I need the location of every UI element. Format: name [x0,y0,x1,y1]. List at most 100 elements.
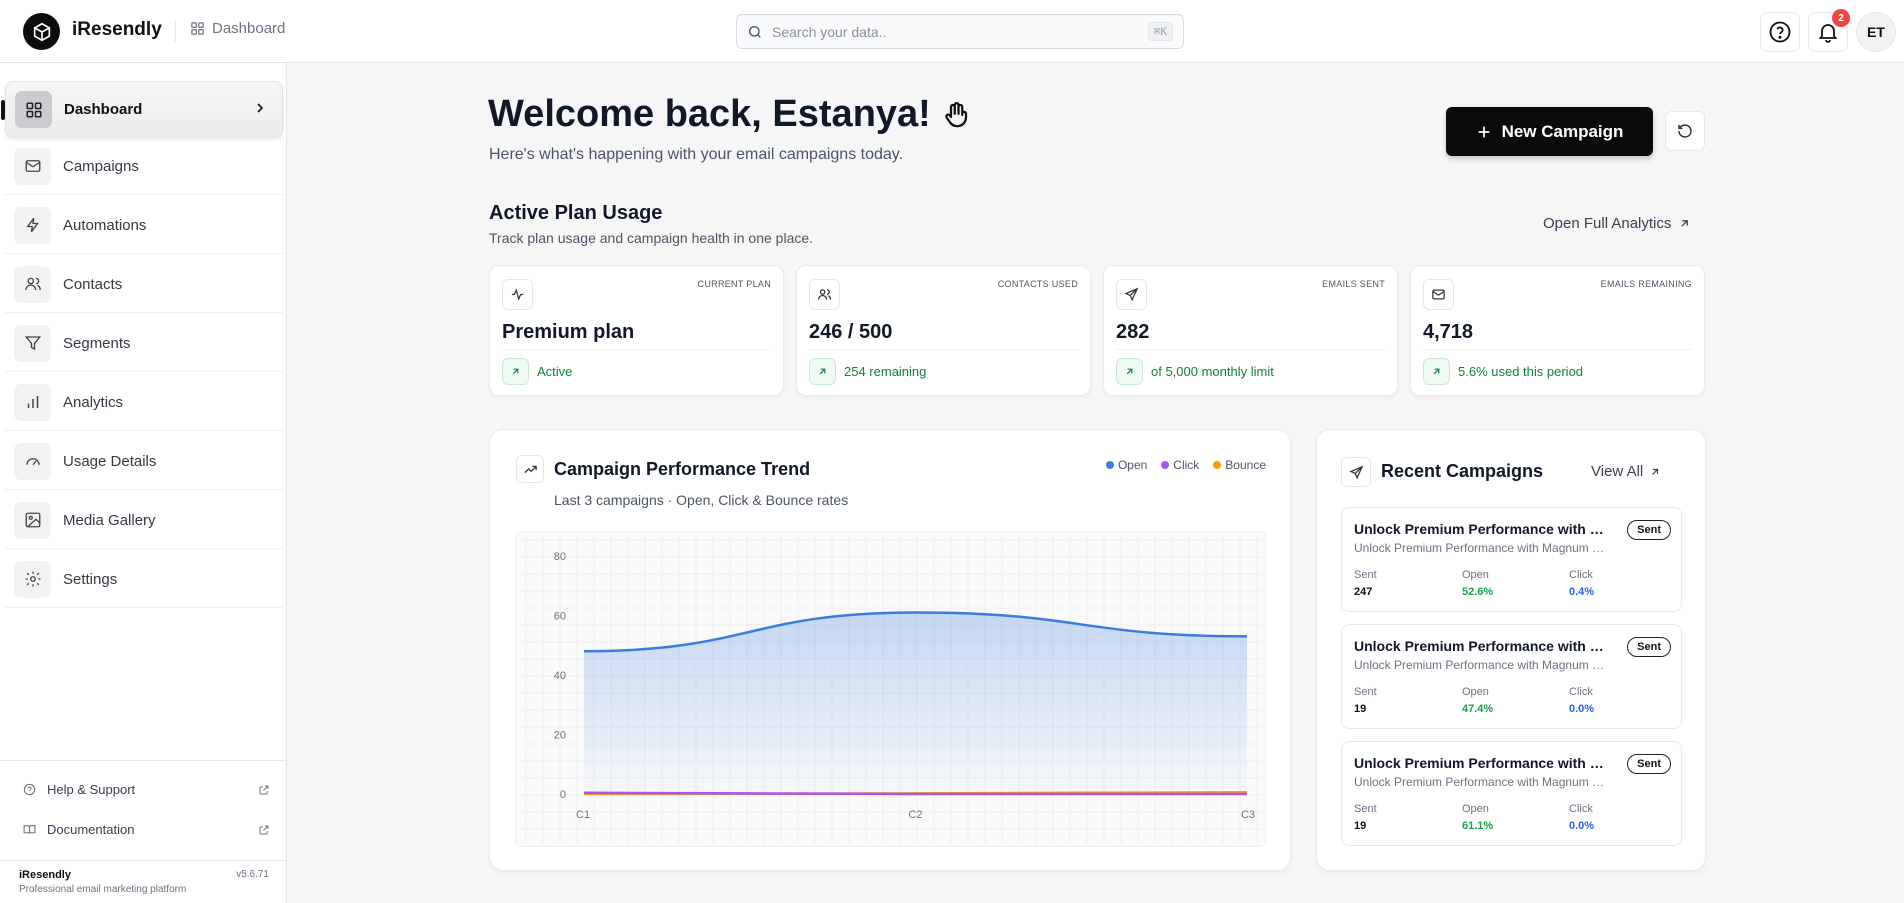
image-icon [14,501,51,539]
arrow-up-right-icon [502,358,529,385]
chart-plot-area: 0 20 40 60 80 C1 C2 C3 [515,531,1266,847]
search-icon [749,25,761,38]
sidebar-item-contacts[interactable]: Contacts [5,256,283,313]
sidebar-footer: iResendly v5.6.71 Professional email mar… [0,860,287,903]
legend-label: Bounce [1225,458,1266,472]
mail-icon [1423,279,1454,310]
view-all-link[interactable]: View All [1591,463,1661,480]
documentation-link[interactable]: Documentation [23,822,270,837]
metric-open: Open 61.1% [1462,803,1493,832]
brand-logo[interactable] [23,13,60,50]
sidebar-item-automations[interactable]: Automations [5,197,283,254]
legend-item-open[interactable]: Open [1105,458,1148,472]
metric-sent: Sent 247 [1354,569,1377,598]
breadcrumb[interactable]: Dashboard [190,20,285,37]
sidebar-item-usage-details[interactable]: Usage Details [5,433,283,490]
metric-sent: Sent 19 [1354,803,1377,832]
chevron-right-icon [257,103,264,113]
new-campaign-label: New Campaign [1501,121,1624,141]
plan-usage-title: Active Plan Usage [489,202,663,224]
external-link-icon [259,825,269,834]
metric-label: Sent [1354,686,1377,698]
sidebar-item-campaigns[interactable]: Campaigns [5,138,283,195]
campaign-subject: Unlock Premium Performance with Magnum P… [1354,658,1610,672]
send-icon [1116,279,1147,310]
search-input[interactable]: Search your data.. [772,24,1148,40]
sidebar-item-label: Analytics [63,393,124,411]
sidebar-item-segments[interactable]: Segments [5,315,283,372]
metric-label: Open [1462,803,1489,815]
sidebar-item-dashboard[interactable]: Dashboard [1,81,283,138]
arrow-up-right-icon [1681,220,1689,227]
sidebar-item-label: Contacts [63,275,123,293]
legend-item-bounce[interactable]: Bounce [1213,458,1266,472]
metric-value: 47.4% [1462,703,1494,715]
metric-open: Open 47.4% [1462,686,1493,715]
campaign-title: Unlock Premium Performance with Magnum P… [1354,638,1610,654]
notifications-button[interactable]: 2 [1808,9,1850,52]
gear-icon [14,560,51,598]
metric-value: 247 [1354,586,1373,598]
campaign-item[interactable]: Unlock Premium Performance with Magnum P… [1341,741,1682,846]
stat-footer-text: Active [537,364,573,379]
new-campaign-button[interactable]: New Campaign [1446,107,1653,156]
performance-trend-card: Campaign Performance Trend Last 3 campai… [489,429,1291,871]
external-link-icon [259,785,269,794]
sidebar-item-label: Campaigns [63,157,139,175]
send-icon [1341,457,1371,487]
x-tick-label: C2 [908,809,922,821]
active-indicator [1,100,5,120]
legend-item-click[interactable]: Click [1161,458,1199,472]
open-analytics-label: Open Full Analytics [1543,215,1672,232]
trend-chart[interactable]: 0 20 40 60 80 C1 C2 C3 [516,532,1267,848]
users-icon [809,279,840,310]
stat-value: 4,718 [1423,321,1474,343]
metric-label: Click [1569,569,1593,581]
legend-label: Open [1117,458,1148,472]
metric-value: 0.0% [1569,703,1595,715]
campaign-item[interactable]: Unlock Premium Performance with Magnum P… [1341,507,1682,612]
campaign-title: Unlock Premium Performance with Magnum P… [1354,755,1610,771]
stat-card-contacts-used: CONTACTS USED 246 / 500 254 remaining [796,265,1091,396]
gauge-icon [14,442,51,480]
divider [0,760,287,761]
stat-value: 246 / 500 [809,321,893,343]
top-bar: iResendly Dashboard Search your data.. ⌘… [0,0,1904,63]
bar-chart-icon [14,383,51,421]
sidebar-item-analytics[interactable]: Analytics [5,374,283,431]
y-tick-label: 20 [554,730,566,742]
sidebar: Dashboard Campaigns Automations Contacts… [0,63,287,903]
help-support-link[interactable]: Help & Support [23,782,270,797]
stat-label: EMAILS REMAINING [1600,279,1692,289]
sidebar-item-label: Segments [63,334,131,352]
bolt-icon [14,206,51,244]
campaign-item[interactable]: Unlock Premium Performance with Magnum P… [1341,624,1682,729]
open-analytics-link[interactable]: Open Full Analytics [1543,215,1691,232]
y-tick-label: 0 [560,789,566,801]
sidebar-item-media-gallery[interactable]: Media Gallery [5,492,283,549]
metric-click: Click 0.0% [1569,803,1594,832]
breadcrumb-label: Dashboard [212,20,286,37]
refresh-button[interactable] [1665,111,1705,151]
status-badge: Sent [1627,754,1671,774]
dashboard-icon [191,22,204,35]
sidebar-item-settings[interactable]: Settings [5,551,283,608]
sidebar-item-label: Dashboard [64,101,143,118]
help-button[interactable] [1760,12,1800,52]
stat-label: CURRENT PLAN [697,279,771,289]
legend-dot [1161,461,1170,469]
waving-hand-icon [945,101,967,127]
brand-name[interactable]: iResendly [72,19,162,41]
y-tick-label: 40 [554,670,566,682]
sidebar-item-label: Usage Details [63,452,157,470]
user-avatar[interactable]: ET [1856,12,1896,52]
filter-icon [14,324,51,362]
campaign-subject: Unlock Premium Performance with Magnum P… [1354,541,1610,555]
stat-value: 282 [1116,321,1150,343]
stat-footer-text: of 5,000 monthly limit [1151,364,1274,379]
plan-usage-subtitle: Track plan usage and campaign health in … [489,230,814,246]
refresh-icon [1678,124,1692,138]
search-box[interactable]: Search your data.. ⌘K [736,14,1184,49]
legend-dot [1213,461,1222,469]
page-subtitle: Here's what's happening with your email … [489,146,904,163]
